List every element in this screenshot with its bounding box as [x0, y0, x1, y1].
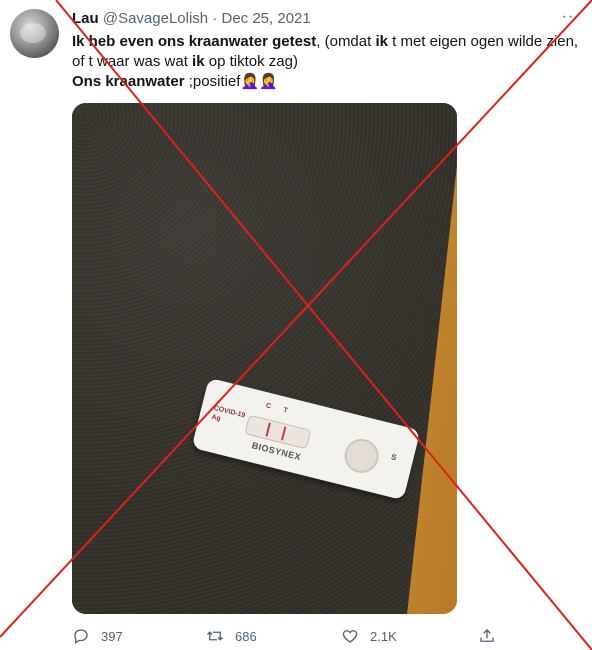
c-label: C — [264, 402, 272, 411]
separator: · — [212, 10, 218, 27]
tweet-date[interactable]: Dec 25, 2021 — [221, 10, 310, 27]
reply-count: 397 — [101, 628, 123, 644]
more-options-icon[interactable]: ··· — [560, 8, 582, 26]
heart-icon — [342, 630, 358, 643]
tweet-actions: 397 686 2.1K — [0, 622, 592, 650]
like-button[interactable]: 2.1K — [341, 622, 397, 650]
avatar[interactable] — [10, 9, 59, 58]
leather-mat — [72, 103, 457, 614]
tweet-bold-phrase: Ik heb even ons kraanwater getest — [72, 33, 317, 50]
tweet-text-line2: Ons kraanwater ;positief🤦‍♀️🤦‍♀️ — [72, 72, 582, 92]
tweet-bold-word: ik — [192, 53, 205, 70]
tweet-text-part: op tiktok zag) — [204, 53, 298, 70]
tweet-header: Lau @SavageLolish · Dec 25, 2021 — [72, 10, 311, 28]
test-line — [281, 426, 287, 441]
share-button[interactable] — [478, 622, 507, 650]
control-line — [265, 422, 271, 437]
tweet-text-part: ;positief — [184, 73, 241, 90]
s-label: S — [390, 452, 398, 463]
retweet-icon — [207, 631, 223, 641]
tweet-bold-word: ik — [375, 33, 388, 50]
author-handle[interactable]: @SavageLolish — [103, 10, 208, 27]
reply-icon — [74, 629, 88, 645]
facepalm-emoji: 🤦‍♀️🤦‍♀️ — [240, 73, 278, 90]
retweet-button[interactable]: 686 — [206, 622, 257, 650]
tweet-text-part: , (omdat — [316, 33, 376, 50]
test-label: COVID-19 Ag — [210, 404, 246, 423]
author-name[interactable]: Lau — [72, 10, 99, 27]
reply-button[interactable]: 397 — [72, 622, 123, 650]
share-icon — [480, 629, 494, 642]
tweet-text-line1: Ik heb even ons kraanwater getest, (omda… — [72, 32, 582, 72]
tweet-bold-phrase: Ons kraanwater — [72, 73, 185, 90]
retweet-count: 686 — [235, 628, 257, 644]
tweet-text: Ik heb even ons kraanwater getest, (omda… — [72, 32, 582, 92]
tweet-photo[interactable]: COVID-19 Ag C T S BIOSYNEX — [72, 103, 457, 614]
sample-well — [340, 435, 383, 477]
like-count: 2.1K — [370, 628, 397, 644]
t-label: T — [282, 406, 289, 415]
